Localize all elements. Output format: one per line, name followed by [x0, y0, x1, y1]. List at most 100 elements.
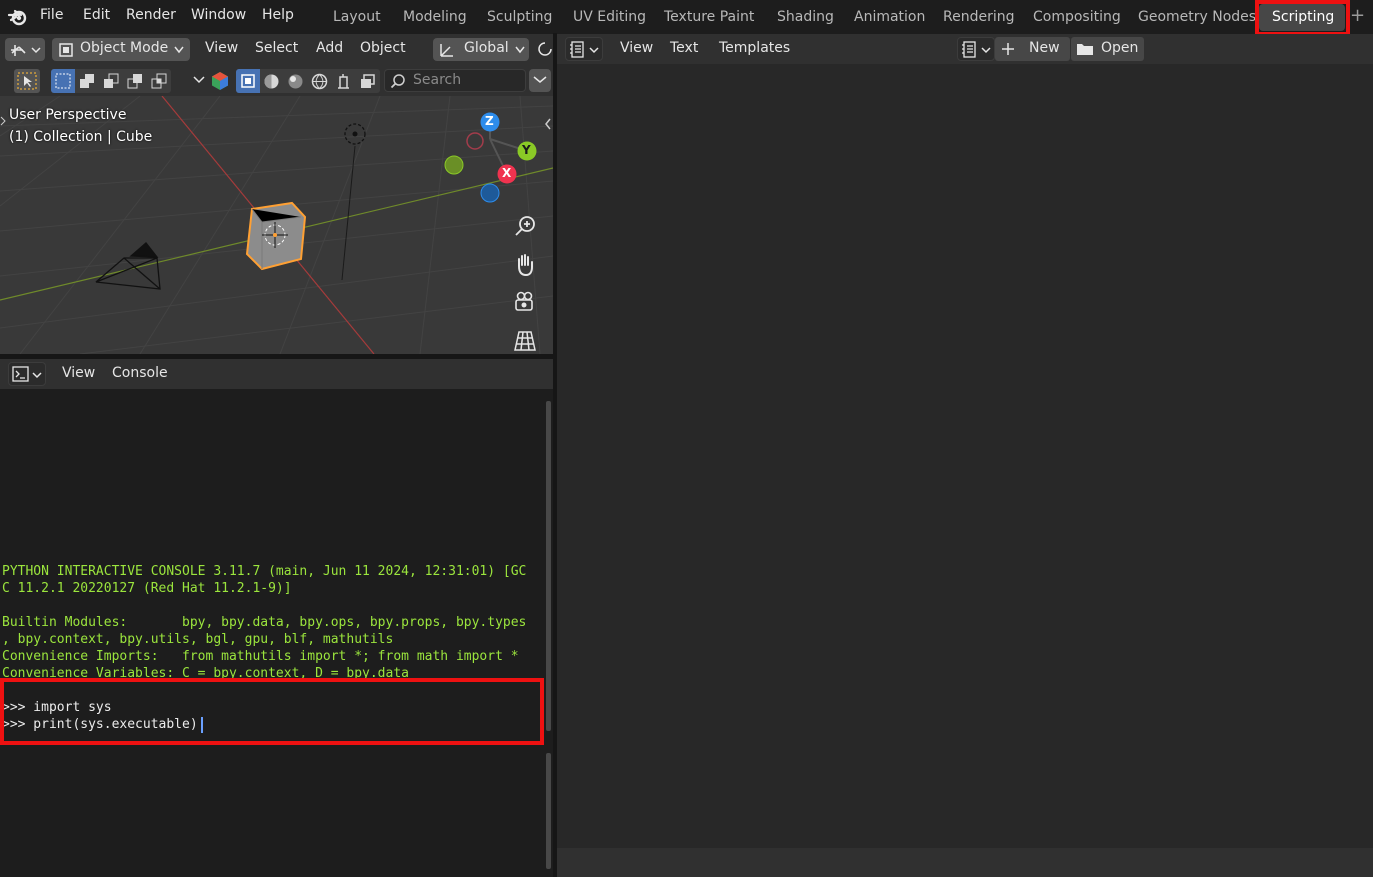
tab-rendering[interactable]: Rendering	[943, 9, 1015, 25]
light-object[interactable]	[344, 123, 366, 145]
gizmo-z-label: Z	[485, 114, 494, 128]
viewport-gizmo-color-icon[interactable]	[210, 71, 230, 91]
tab-uv-editing[interactable]: UV Editing	[573, 9, 646, 25]
console-input-line-2[interactable]: >>> print(sys.executable)	[2, 717, 198, 732]
text-editor-type-dropdown[interactable]	[565, 37, 603, 61]
mode-dropdown[interactable]: Object Mode	[52, 38, 190, 61]
select-box-cursor-icon	[17, 72, 37, 90]
console-scrollbar-upper[interactable]	[546, 401, 551, 731]
grid-icon	[514, 331, 536, 351]
new-text-label: New	[1029, 40, 1060, 56]
plus-icon	[1002, 43, 1014, 55]
console-editor-type-dropdown[interactable]	[8, 362, 46, 386]
editor-type-icon	[11, 45, 41, 56]
console-scrollbar-lower[interactable]	[546, 753, 551, 869]
gizmo-x-label: X	[502, 166, 512, 180]
xray-icon	[241, 74, 255, 88]
gizmo-y-label: Y	[522, 143, 531, 157]
tab-layout[interactable]: Layout	[333, 9, 381, 25]
select-subtract-icon[interactable]	[103, 73, 119, 89]
toolbar-collapse-icon[interactable]	[0, 116, 6, 126]
new-text-button[interactable]: New	[995, 37, 1070, 61]
cube-object[interactable]	[245, 201, 307, 271]
zoom-button[interactable]	[509, 210, 541, 242]
object-mode-icon	[59, 43, 73, 57]
overlay-toggle-icon[interactable]	[359, 73, 376, 90]
wireframe-xray-button[interactable]	[236, 69, 260, 93]
select-new-icon	[55, 73, 71, 89]
console-input-line-1: >>> import sys	[2, 700, 112, 715]
viewport-header: Object Mode View Select Add Object Globa…	[0, 34, 553, 64]
sidebar-expand-icon[interactable]	[544, 118, 552, 130]
folder-icon	[1077, 44, 1093, 55]
search-placeholder: Search	[413, 72, 462, 88]
search-input[interactable]: Search	[384, 69, 526, 92]
menu-file[interactable]: File	[40, 7, 63, 23]
tab-compositing[interactable]: Compositing	[1033, 9, 1121, 25]
rendered-shading-icon[interactable]	[311, 73, 328, 90]
console-banner-line-2: C 11.2.1 20220127 (Red Hat 11.2.1-9)]	[2, 581, 292, 596]
tab-texture-paint[interactable]: Texture Paint	[664, 9, 754, 25]
console-header: View Console	[0, 359, 553, 389]
select-invert-icon[interactable]	[127, 73, 143, 89]
viewport-menu-add[interactable]: Add	[316, 40, 343, 56]
chevron-down-icon	[515, 46, 525, 54]
material-preview-icon[interactable]	[287, 73, 304, 90]
snap-icon[interactable]	[537, 41, 553, 57]
transform-orientation-dropdown[interactable]: Global	[433, 38, 529, 61]
text-editor-header: View Text Templates New Open	[557, 34, 1373, 64]
text-browse-dropdown[interactable]	[957, 37, 995, 61]
console-builtin-line-1: Builtin Modules: bpy, bpy.data, bpy.ops,…	[2, 615, 527, 630]
select-intersect-icon[interactable]	[151, 73, 167, 89]
open-text-button[interactable]: Open	[1071, 37, 1144, 61]
viewport-menu-object[interactable]: Object	[360, 40, 406, 56]
selection-mode-group	[51, 69, 171, 93]
console-variables-line: Convenience Variables: C = bpy.context, …	[2, 666, 409, 679]
console-menu-view[interactable]: View	[62, 365, 95, 381]
tab-geometry-nodes[interactable]: Geometry Nodes	[1138, 9, 1256, 25]
console-imports-line: Convenience Imports: from mathutils impo…	[2, 649, 519, 664]
gizmo-toggle-icon[interactable]	[335, 73, 352, 90]
collection-label: (1) Collection | Cube	[9, 129, 153, 145]
add-workspace-button[interactable]: +	[1350, 5, 1365, 26]
viewport-menu-view[interactable]: View	[205, 40, 238, 56]
text-menu-view[interactable]: View	[620, 40, 653, 56]
tab-sculpting[interactable]: Sculpting	[487, 9, 552, 25]
blender-logo-icon[interactable]	[7, 6, 29, 28]
perspective-label: User Perspective	[9, 107, 127, 123]
zoom-icon	[515, 216, 535, 236]
text-menu-text[interactable]: Text	[670, 40, 698, 56]
camera-view-button[interactable]	[509, 286, 541, 318]
menu-edit[interactable]: Edit	[83, 7, 110, 23]
select-tool-button[interactable]	[14, 69, 40, 93]
menu-help[interactable]: Help	[262, 7, 294, 23]
viewport-menu-select[interactable]: Select	[255, 40, 298, 56]
ortho-toggle-button[interactable]	[509, 324, 541, 354]
text-browse-icon	[962, 41, 991, 58]
3d-viewport[interactable]: Z Y X User Perspective (1) Collection | …	[0, 96, 553, 354]
tab-shading[interactable]: Shading	[777, 9, 834, 25]
chevron-down-icon[interactable]	[193, 75, 205, 85]
select-new-button[interactable]	[51, 69, 75, 93]
console-icon	[12, 366, 42, 382]
toolbar-expand-button[interactable]	[529, 69, 551, 92]
menu-window[interactable]: Window	[191, 7, 246, 23]
mode-label: Object Mode	[80, 40, 169, 56]
hand-icon	[518, 254, 533, 277]
menu-render[interactable]: Render	[126, 7, 176, 23]
tab-scripting[interactable]: Scripting	[1272, 9, 1334, 25]
tab-animation[interactable]: Animation	[854, 9, 925, 25]
shading-mode-group	[236, 69, 380, 93]
viewport-toolbar: Search	[0, 64, 553, 96]
text-editor-body[interactable]	[557, 64, 1373, 848]
console-menu-console[interactable]: Console	[112, 365, 168, 381]
pan-button[interactable]	[509, 248, 541, 280]
editor-type-dropdown[interactable]	[5, 38, 45, 61]
select-extend-icon[interactable]	[79, 73, 95, 89]
open-text-label: Open	[1101, 40, 1139, 56]
python-console[interactable]: PYTHON INTERACTIVE CONSOLE 3.11.7 (main,…	[0, 389, 553, 877]
solid-shading-icon[interactable]	[263, 73, 280, 90]
text-menu-templates[interactable]: Templates	[719, 40, 790, 56]
tab-modeling[interactable]: Modeling	[403, 9, 467, 25]
camera-object[interactable]	[95, 242, 161, 290]
